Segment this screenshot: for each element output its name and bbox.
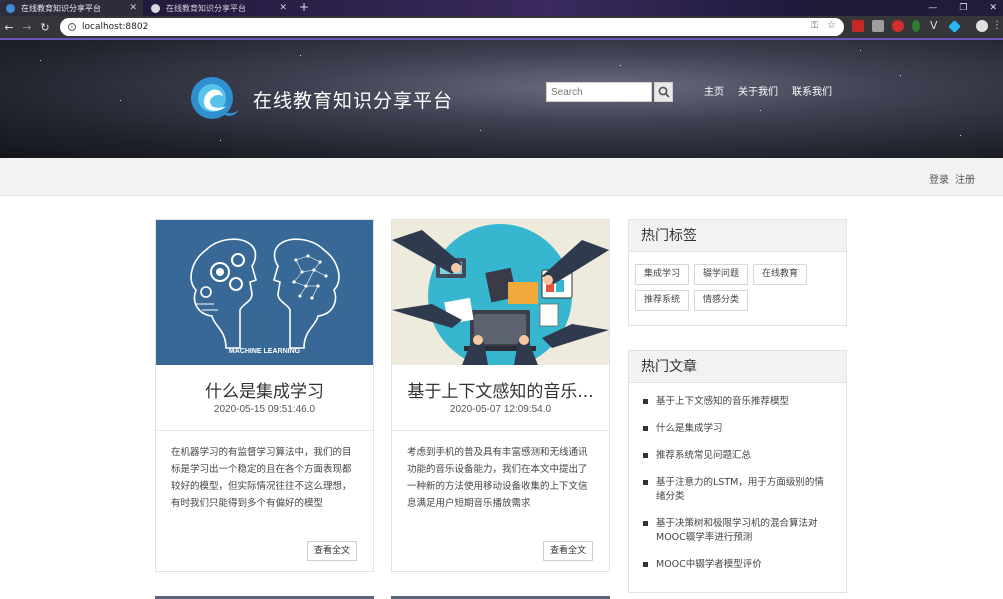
tab-title: 在线教育知识分享平台: [166, 3, 246, 13]
article-date: 2020-05-07 12:09:54.0: [449, 404, 552, 415]
register-link[interactable]: 注册: [955, 171, 975, 186]
hot-tags-widget: 热门标签 集成学习 辍学问题 在线教育 推荐系统 情感分类: [628, 219, 847, 326]
tag-item[interactable]: 辍学问题: [694, 264, 749, 285]
new-tab-icon[interactable]: +: [299, 0, 309, 16]
site-title[interactable]: 在线教育知识分享平台: [253, 86, 453, 113]
read-more-button[interactable]: 查看全文: [542, 541, 593, 561]
bookmark-star-icon[interactable]: ☆: [827, 20, 836, 31]
hot-article-link[interactable]: 基于上下文感知的音乐推荐模型: [643, 395, 832, 409]
extension-icon[interactable]: [912, 20, 920, 32]
tag-item[interactable]: 集成学习: [635, 264, 690, 285]
nav-home-link[interactable]: 主页: [704, 83, 724, 98]
hot-articles-list: 基于上下文感知的音乐推荐模型 什么是集成学习 推荐系统常见问题汇总 基于注意力的…: [629, 383, 846, 572]
browser-tab-inactive[interactable]: 在线教育知识分享平台 ✕: [145, 0, 293, 16]
main-nav: 主页 关于我们 联系我们: [704, 83, 832, 98]
info-icon[interactable]: i: [68, 23, 76, 31]
article-title[interactable]: 基于上下文感知的音乐...: [392, 377, 609, 402]
tag-item[interactable]: 在线教育: [753, 264, 808, 285]
article-card: MACHINE LEARNING 什么是集成学习 2020-05-15 09:5…: [155, 219, 374, 572]
tag-item[interactable]: 推荐系统: [635, 290, 690, 311]
window-controls: — ❐ ✕: [928, 0, 997, 16]
search-icon: [658, 86, 670, 98]
menu-kebab-icon[interactable]: ⋮: [992, 20, 1003, 32]
hot-article-link[interactable]: 基于注意力的LSTM，用于方面级别的情绪分类: [643, 476, 832, 504]
widget-title: 热门文章: [629, 351, 846, 383]
extension-icon[interactable]: [892, 20, 904, 32]
tag-cloud: 集成学习 辍学问题 在线教育 推荐系统 情感分类: [629, 252, 846, 311]
forward-icon[interactable]: →: [18, 21, 36, 34]
nav-about-link[interactable]: 关于我们: [738, 83, 778, 98]
article-excerpt: 在机器学习的有监督学习算法中，我们的目标是学习出一个稳定的且在各个方面表现都较好…: [171, 447, 352, 509]
close-tab-icon[interactable]: ✕: [279, 3, 287, 13]
read-more-button[interactable]: 查看全文: [306, 541, 357, 561]
close-tab-icon[interactable]: ✕: [129, 3, 137, 13]
divider: [392, 430, 609, 431]
browser-tab-active[interactable]: 在线教育知识分享平台 ✕: [0, 0, 143, 16]
vue-devtools-icon[interactable]: V: [930, 20, 942, 32]
article-excerpt: 考虑到手机的普及具有丰富感测和无线通讯功能的音乐设备能力，我们在本文中提出了一种…: [407, 447, 588, 509]
key-icon[interactable]: ⚿: [811, 21, 818, 31]
close-window-icon[interactable]: ✕: [989, 3, 997, 13]
user-bar: 登录 注册: [0, 158, 1003, 196]
globe-icon: [151, 3, 160, 13]
article-thumbnail[interactable]: MACHINE LEARNING: [156, 220, 373, 365]
url-text: localhost:8802: [82, 22, 149, 32]
site-header: 在线教育知识分享平台 主页 关于我们 联系我们: [0, 40, 1003, 158]
site-favicon-icon: [6, 3, 15, 13]
hot-article-link[interactable]: MOOC中辍学者模型评价: [643, 558, 832, 572]
login-link[interactable]: 登录: [929, 171, 949, 186]
article-card: 基于上下文感知的音乐... 2020-05-07 12:09:54.0 考虑到手…: [391, 219, 610, 572]
hot-article-link[interactable]: 什么是集成学习: [643, 422, 832, 436]
adblock-extension-icon[interactable]: [852, 20, 864, 32]
maximize-icon[interactable]: ❐: [959, 3, 967, 13]
widget-title: 热门标签: [629, 220, 846, 252]
browser-tab-strip: 在线教育知识分享平台 ✕ 在线教育知识分享平台 ✕ + — ❐ ✕: [0, 0, 1003, 16]
tag-item[interactable]: 情感分类: [694, 290, 749, 311]
hot-articles-widget: 热门文章 基于上下文感知的音乐推荐模型 什么是集成学习 推荐系统常见问题汇总 基…: [628, 350, 847, 593]
back-icon[interactable]: ←: [0, 21, 18, 34]
search-button[interactable]: [654, 82, 673, 102]
divider: [156, 430, 373, 431]
profile-avatar[interactable]: [976, 20, 988, 32]
nav-contact-link[interactable]: 联系我们: [792, 83, 832, 98]
hot-article-link[interactable]: 推荐系统常见问题汇总: [643, 449, 832, 463]
hot-article-link[interactable]: 基于决策树和极限学习机的混合算法对MOOC辍学率进行预测: [643, 517, 832, 545]
article-title[interactable]: 什么是集成学习: [156, 377, 373, 402]
image-caption: MACHINE LEARNING: [228, 348, 301, 355]
address-bar[interactable]: i localhost:8802 ⚿ ☆: [60, 18, 844, 36]
search-input[interactable]: [546, 82, 652, 102]
article-date: 2020-05-15 09:51:46.0: [213, 404, 316, 415]
reload-icon[interactable]: ↻: [36, 21, 54, 34]
extension-icon[interactable]: [872, 20, 884, 32]
site-logo-icon[interactable]: [190, 74, 240, 122]
minimize-icon[interactable]: —: [928, 3, 937, 13]
article-thumbnail[interactable]: [392, 220, 609, 365]
tab-title: 在线教育知识分享平台: [21, 3, 101, 13]
